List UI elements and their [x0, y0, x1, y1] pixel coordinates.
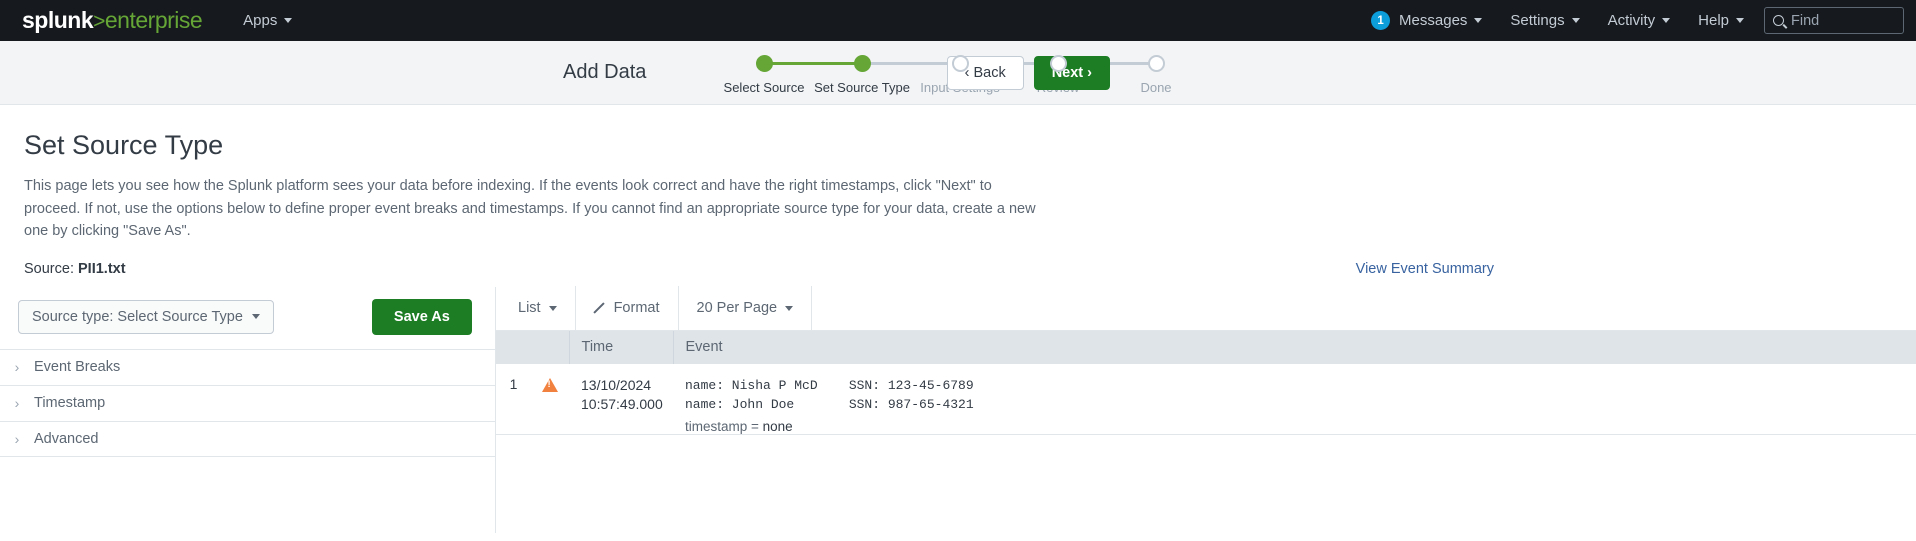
chevron-down-icon: [1736, 18, 1744, 23]
per-page-label: 20 Per Page: [697, 300, 778, 316]
chevron-down-icon: [1572, 18, 1580, 23]
main-content: Source type: Select Source Type Save As …: [0, 287, 1916, 533]
source-label: Source: PII1.txt: [24, 261, 126, 277]
chevron-down-icon: [785, 306, 793, 311]
event-meta-key: timestamp =: [685, 419, 763, 434]
source-type-select[interactable]: Source type: Select Source Type: [18, 300, 274, 334]
warning-triangle-icon: [542, 378, 558, 392]
events-panel: List Format 20 Per Page Time Event: [496, 287, 1916, 533]
brand-chevron-text: >: [93, 10, 105, 34]
top-navigation-bar: splunk > enterprise Apps 1 Messages Sett…: [0, 0, 1916, 41]
wizard-step-label: Select Source: [715, 80, 813, 95]
source-file-name: PII1.txt: [78, 261, 126, 277]
sidebar-item-label: Event Breaks: [34, 359, 120, 375]
row-number: 1: [496, 364, 531, 435]
sidebar-item-label: Timestamp: [34, 395, 105, 411]
view-event-summary-link[interactable]: View Event Summary: [1356, 261, 1494, 277]
sidebar-item-event-breaks[interactable]: › Event Breaks: [0, 349, 495, 385]
table-row[interactable]: 1 13/10/2024 10:57:49.000 name: Nisha P …: [496, 364, 1916, 435]
chevron-right-icon: ›: [12, 359, 22, 375]
chevron-down-icon: [252, 314, 260, 319]
row-status-cell: [531, 364, 569, 435]
activity-menu-label: Activity: [1608, 12, 1656, 29]
search-icon: [1773, 15, 1784, 26]
sidebar-item-advanced[interactable]: › Advanced: [0, 421, 495, 457]
chevron-down-icon: [1662, 18, 1670, 23]
source-type-select-label: Source type: Select Source Type: [32, 309, 243, 325]
events-toolbar: List Format 20 Per Page: [496, 287, 1916, 331]
next-button[interactable]: Next ›: [1034, 56, 1110, 90]
wizard-step-label: Set Source Type: [813, 80, 911, 95]
view-mode-label: List: [518, 300, 541, 316]
page-description: This page lets you see how the Splunk pl…: [24, 175, 1039, 243]
step-dot-icon[interactable]: [756, 55, 773, 72]
row-time-date: 13/10/2024: [581, 376, 673, 395]
wizard-step-label: Done: [1107, 80, 1205, 95]
chevron-right-icon: ›: [12, 395, 22, 411]
table-header-row: Time Event: [496, 331, 1916, 364]
event-text-line: name: Nisha P McD SSN: 123-45-6789: [685, 376, 1916, 396]
help-menu-label: Help: [1698, 12, 1729, 29]
find-placeholder-text: Find: [1791, 13, 1819, 29]
find-search-input[interactable]: Find: [1764, 7, 1904, 34]
sidebar-item-label: Advanced: [34, 431, 99, 447]
column-header-time[interactable]: Time: [569, 331, 673, 364]
chevron-down-icon: [549, 306, 557, 311]
brand-enterprise-text: enterprise: [105, 7, 202, 34]
events-table-header: Time Event: [496, 331, 1916, 364]
chevron-down-icon: [284, 18, 292, 23]
chevron-right-icon: ›: [12, 431, 22, 447]
messages-menu-label: Messages: [1399, 12, 1467, 29]
source-prefix-text: Source:: [24, 261, 78, 277]
sidebar-item-timestamp[interactable]: › Timestamp: [0, 385, 495, 421]
event-meta-value: none: [763, 419, 793, 434]
column-header-status: [531, 331, 569, 364]
top-navigation-right: 1 Messages Settings Activity Help Find: [1357, 0, 1904, 41]
view-mode-dropdown[interactable]: List: [496, 286, 576, 330]
chevron-down-icon: [1474, 18, 1482, 23]
column-header-number: [496, 331, 531, 364]
per-page-dropdown[interactable]: 20 Per Page: [679, 286, 813, 330]
step-dot-icon[interactable]: [1050, 55, 1067, 72]
settings-menu-label: Settings: [1510, 12, 1564, 29]
messages-menu[interactable]: 1 Messages: [1357, 0, 1496, 41]
wizard-step-select-source[interactable]: Select Source: [715, 55, 813, 95]
apps-menu-label: Apps: [243, 12, 277, 29]
row-time-clock: 10:57:49.000: [581, 395, 673, 414]
wizard-step-done[interactable]: Done: [1107, 55, 1205, 95]
format-button[interactable]: Format: [576, 286, 679, 330]
row-time-cell: 13/10/2024 10:57:49.000: [569, 364, 673, 435]
wizard-navigation-buttons: ‹ Back Next ›: [947, 56, 1110, 90]
sidebar-controls: Source type: Select Source Type Save As: [0, 287, 495, 349]
step-dot-icon[interactable]: [952, 55, 969, 72]
events-table-body: 1 13/10/2024 10:57:49.000 name: Nisha P …: [496, 364, 1916, 435]
event-timestamp-meta: timestamp = none: [685, 419, 1916, 434]
wizard-step-set-source-type[interactable]: Set Source Type: [813, 55, 911, 95]
format-label: Format: [614, 300, 660, 316]
settings-sidebar: Source type: Select Source Type Save As …: [0, 287, 496, 533]
splunk-enterprise-logo[interactable]: splunk > enterprise: [22, 7, 202, 34]
pencil-icon: [594, 302, 606, 314]
wizard-title: Add Data: [563, 61, 646, 84]
activity-menu[interactable]: Activity: [1594, 0, 1685, 41]
row-event-cell: name: Nisha P McD SSN: 123-45-6789 name:…: [673, 364, 1916, 435]
apps-menu[interactable]: Apps: [243, 12, 292, 29]
add-data-wizard-bar: Add Data Select Source Set Source Type I…: [0, 41, 1916, 105]
events-table: Time Event 1 13/10/2024 10:57:49.000 nam…: [496, 331, 1916, 435]
source-row: Source: PII1.txt View Event Summary: [24, 261, 1892, 277]
save-as-button[interactable]: Save As: [372, 299, 472, 335]
page-header: Set Source Type This page lets you see h…: [0, 105, 1916, 277]
help-menu[interactable]: Help: [1684, 0, 1758, 41]
step-dot-icon[interactable]: [854, 55, 871, 72]
event-text-line: name: John Doe SSN: 987-65-4321: [685, 395, 1916, 415]
messages-count-badge: 1: [1371, 11, 1390, 30]
page-title: Set Source Type: [24, 130, 1892, 161]
settings-menu[interactable]: Settings: [1496, 0, 1593, 41]
step-connector-line: [862, 62, 960, 65]
brand-splunk-text: splunk: [22, 7, 93, 34]
step-connector-line: [764, 62, 862, 65]
column-header-event[interactable]: Event: [673, 331, 1916, 364]
step-dot-icon[interactable]: [1148, 55, 1165, 72]
